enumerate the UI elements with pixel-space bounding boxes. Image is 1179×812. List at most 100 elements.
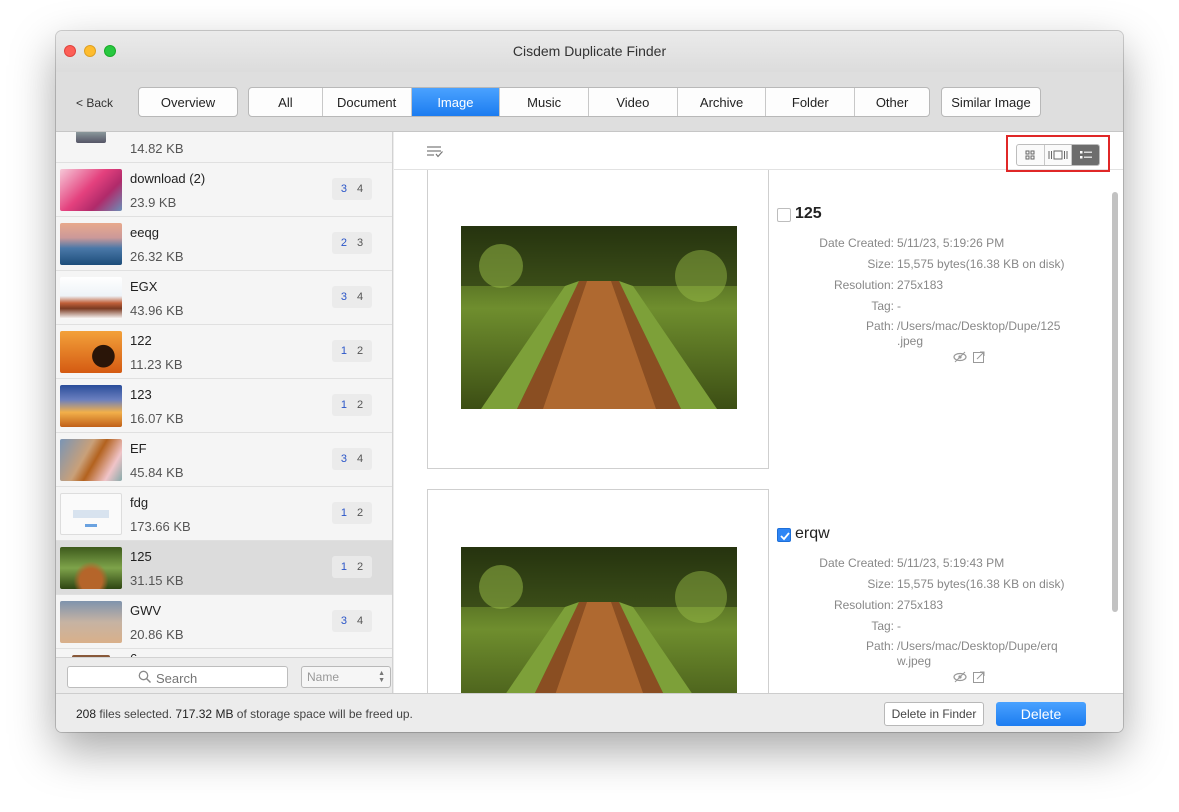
view-mode-switcher [1016,144,1100,166]
summary-text-1: files selected. [96,707,176,721]
selected-file-count: 208 [76,707,97,721]
details-header [394,132,1123,172]
size-label: Size: [867,577,894,591]
total-count: 4 [357,183,364,195]
item-checkbox[interactable] [777,208,791,222]
file-size: 11.23 KB [130,357,183,372]
search-field[interactable] [67,666,288,688]
total-count: 2 [357,507,364,519]
date-created-label: Date Created: [819,236,894,250]
thumbnail [60,169,122,211]
duplicate-counts: 12 [332,502,372,524]
grid-view-button[interactable] [1017,145,1045,165]
tab-other[interactable]: Other [855,88,929,116]
size-value: 15,575 bytes(16.38 KB on disk) [897,257,1065,271]
tab-video[interactable]: Video [589,88,678,116]
list-item-selected[interactable]: 125 31.15 KB 12 [56,541,392,595]
tag-value: - [897,619,901,633]
duplicate-counts: 12 [332,340,372,362]
thumbnail [60,385,122,427]
title-bar: Cisdem Duplicate Finder [56,31,1123,72]
list-view-icon [1079,151,1092,159]
total-count: 2 [357,561,364,573]
duplicate-counts: 12 [332,394,372,416]
list-item[interactable]: EGX 43.96 KB 34 [56,271,392,325]
file-list-panel: 14.82 KB download (2) 23.9 KB 34 eeqg 26… [56,132,393,657]
selected-count: 1 [340,399,347,411]
tab-music[interactable]: Music [500,88,589,116]
toolbar: < Back Overview All Document Image Music… [56,72,1123,132]
thumbnail [60,277,122,319]
resolution-label: Resolution: [833,278,894,292]
search-input[interactable] [156,669,276,687]
back-button[interactable]: < Back [76,96,113,110]
image-preview [461,547,737,698]
similar-image-button[interactable]: Similar Image [941,87,1041,117]
path-label: Path: [865,639,894,653]
file-list[interactable]: 14.82 KB download (2) 23.9 KB 34 eeqg 26… [56,132,392,657]
tab-archive[interactable]: Archive [678,88,767,116]
file-name: EGX [130,279,158,294]
selected-count: 1 [340,507,347,519]
overview-button[interactable]: Overview [138,87,238,117]
item-title: erqw [795,525,830,542]
checkmark-icon [780,532,790,541]
size-value: 15,575 bytes(16.38 KB on disk) [897,577,1065,591]
view-mode-highlight [1006,135,1110,172]
total-count: 2 [357,399,364,411]
thumbnail [60,601,122,643]
list-item[interactable]: eeqg 26.32 KB 23 [56,217,392,271]
delete-in-finder-button[interactable]: Delete in Finder [884,702,984,726]
file-name: 122 [130,333,152,348]
carousel-icon [1048,150,1068,160]
sort-value: Name [307,670,340,684]
preview-eye-icon[interactable] [953,351,967,363]
tab-document[interactable]: Document [323,88,412,116]
file-name: EF [130,441,147,456]
list-item[interactable]: EF 45.84 KB 34 [56,433,392,487]
list-item[interactable]: 122 11.23 KB 12 [56,325,392,379]
carousel-view-button[interactable] [1045,145,1073,165]
file-size: 23.9 KB [130,195,177,210]
window-title: Cisdem Duplicate Finder [512,43,667,59]
total-count: 4 [357,453,364,465]
list-item[interactable]: 6 [56,649,392,657]
grid-icon [1025,150,1035,160]
image-preview-card [427,170,769,469]
sort-dropdown[interactable]: Name ▲ ▼ [301,666,391,688]
category-tabs: All Document Image Music Video Archive F… [248,87,930,117]
selected-count: 1 [340,345,347,357]
list-view-button[interactable] [1072,145,1099,165]
file-size: 20.86 KB [130,627,184,642]
summary-text-2: of storage space will be freed up. [233,707,413,721]
preview-eye-icon[interactable] [953,671,967,683]
list-item[interactable]: download (2) 23.9 KB 34 [56,163,392,217]
resolution-label: Resolution: [833,598,894,612]
file-size: 26.32 KB [130,249,184,264]
delete-button[interactable]: Delete [996,702,1086,726]
path-value-continued: .jpeg [897,334,924,348]
search-bar: Name ▲▼ [56,657,393,693]
list-item[interactable]: fdg 173.66 KB 12 [56,487,392,541]
file-size: 173.66 KB [130,519,191,534]
tab-image[interactable]: Image [411,88,501,116]
open-external-icon[interactable] [972,671,986,683]
file-size: 16.07 KB [130,411,184,426]
date-created-value: 5/11/23, 5:19:26 PM [897,236,1005,250]
details-scrollbar[interactable] [1112,192,1118,612]
file-size: 45.84 KB [130,465,184,480]
list-item[interactable]: 14.82 KB [56,132,392,163]
size-label: Size: [867,257,894,271]
tab-folder[interactable]: Folder [766,88,856,116]
item-checkbox-checked[interactable] [777,528,791,542]
tab-all[interactable]: All [249,88,323,116]
open-external-icon[interactable] [972,351,986,363]
details-panel: 125 Date Created: 5/11/23, 5:19:26 PM Si… [394,132,1123,699]
file-size: 43.96 KB [130,303,184,318]
list-item[interactable]: GWV 20.86 KB 34 [56,595,392,649]
thumbnail [60,439,122,481]
sort-options-icon[interactable] [426,145,444,159]
file-name: fdg [130,495,149,510]
item-title: 125 [795,205,822,222]
list-item[interactable]: 123 16.07 KB 12 [56,379,392,433]
